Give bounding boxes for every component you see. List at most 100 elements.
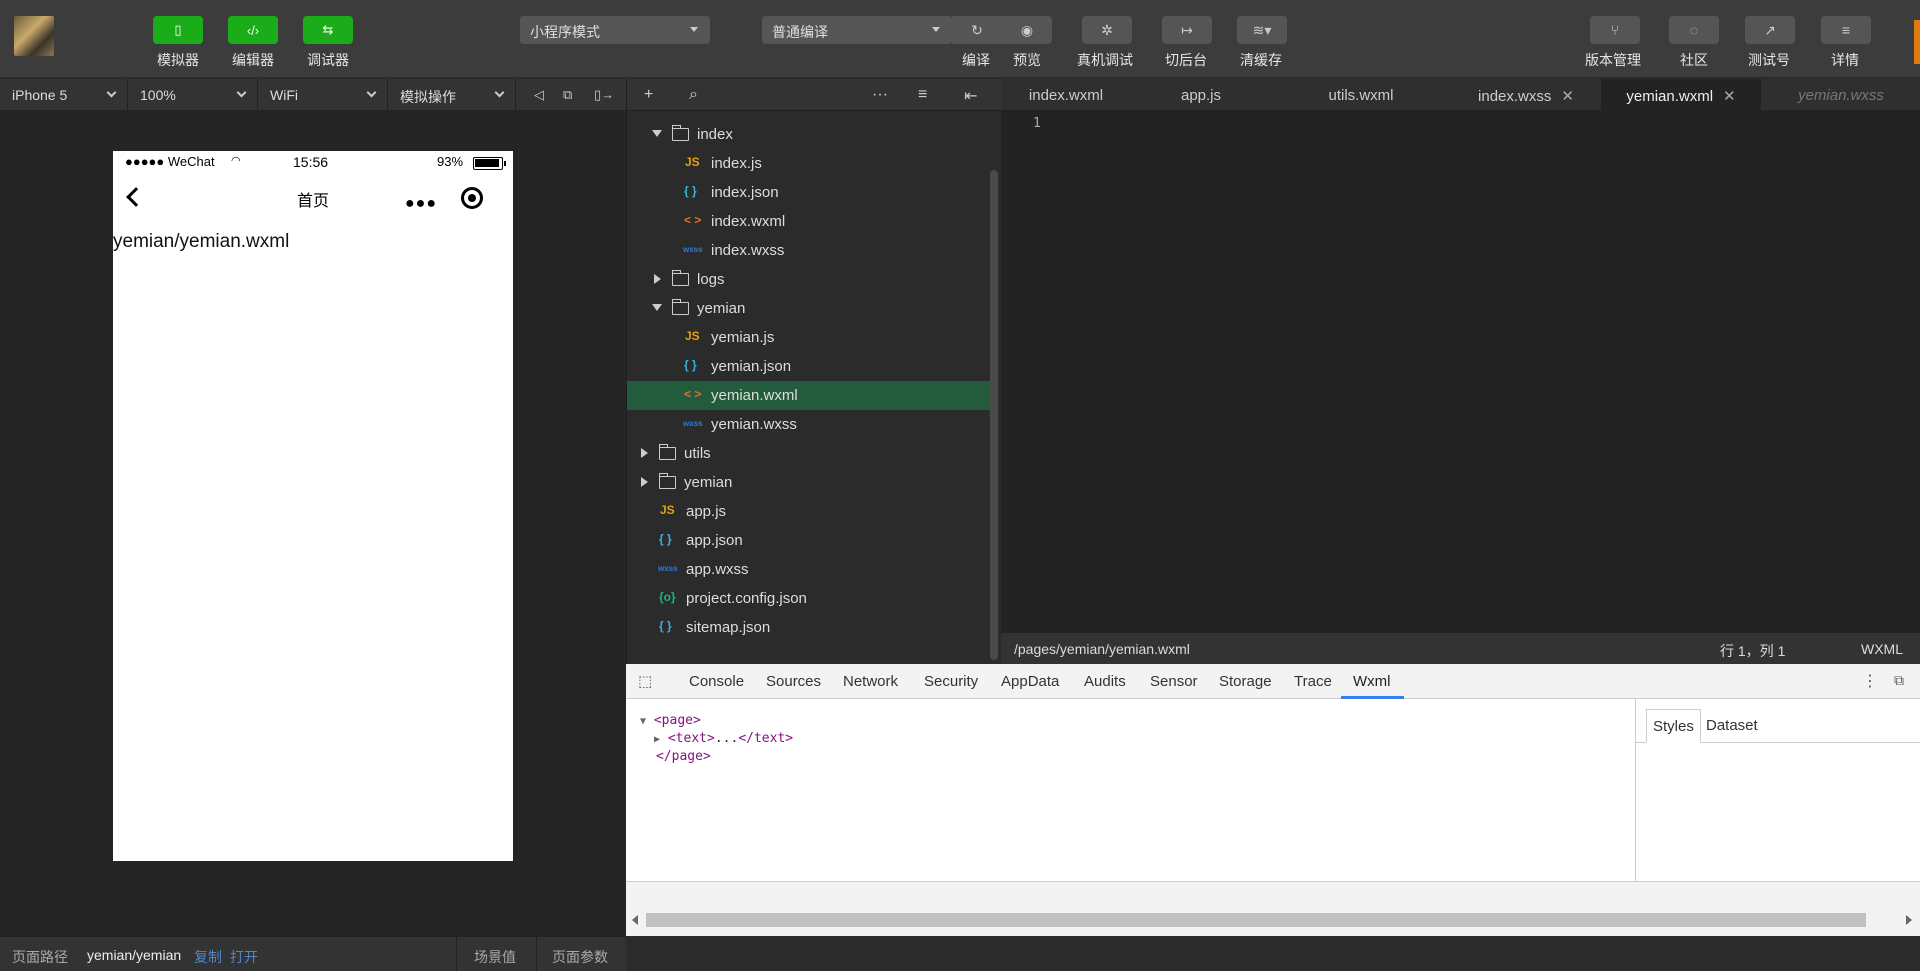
- tab-yemian-wxss[interactable]: yemian.wxss: [1761, 79, 1920, 110]
- device-value: iPhone 5: [12, 87, 68, 103]
- tab-appdata[interactable]: AppData: [1001, 673, 1059, 690]
- close-icon[interactable]: ✕: [1723, 88, 1736, 105]
- close-icon[interactable]: ✕: [1561, 88, 1574, 105]
- file-row[interactable]: wxss app.wxss: [627, 555, 992, 584]
- tree-label: app.json: [686, 532, 743, 549]
- file-row[interactable]: JS index.js: [627, 149, 992, 178]
- battery-percent: 93%: [437, 154, 464, 169]
- phone-screen[interactable]: ●●●●● WeChat ◠ 15:56 93% 首页 ●●● yemian/y…: [113, 151, 513, 861]
- scroll-left-icon[interactable]: [632, 915, 638, 925]
- device-select[interactable]: iPhone 5: [0, 79, 128, 111]
- community-button[interactable]: ◌: [1669, 16, 1719, 44]
- user-avatar[interactable]: [14, 16, 54, 56]
- file-row[interactable]: JS yemian.js: [627, 323, 992, 352]
- file-row[interactable]: { } sitemap.json: [627, 613, 992, 642]
- compile-button[interactable]: ↻: [952, 16, 1002, 44]
- folder-index[interactable]: index: [627, 120, 992, 149]
- file-row[interactable]: JS app.js: [627, 497, 992, 526]
- folder-open-icon: [672, 299, 689, 315]
- file-row[interactable]: { } app.json: [627, 526, 992, 555]
- background-button[interactable]: ↦: [1162, 16, 1212, 44]
- file-row[interactable]: { } index.json: [627, 178, 992, 207]
- test-account-button[interactable]: ↗: [1745, 16, 1795, 44]
- rotate-icon[interactable]: ⧉: [563, 87, 572, 103]
- language-mode[interactable]: WXML: [1861, 641, 1903, 657]
- divider: [456, 937, 457, 971]
- tree-label: yemian: [684, 474, 733, 491]
- file-row[interactable]: { } yemian.json: [627, 352, 992, 381]
- clear-cache-button[interactable]: ≋▾: [1237, 16, 1287, 44]
- mode-select[interactable]: 小程序模式: [520, 16, 710, 44]
- details-button[interactable]: ≡: [1821, 16, 1871, 44]
- tab-sensor[interactable]: Sensor: [1150, 673, 1198, 690]
- js-file-icon: JS: [685, 155, 700, 169]
- remote-debug-button[interactable]: ✲: [1082, 16, 1132, 44]
- tab-storage[interactable]: Storage: [1219, 673, 1272, 690]
- devtools-bottom: [626, 881, 1920, 936]
- version-button[interactable]: ⑂: [1590, 16, 1640, 44]
- tab-wxml[interactable]: Wxml: [1353, 673, 1391, 690]
- volume-icon[interactable]: ◁: [534, 87, 544, 103]
- file-row[interactable]: < > index.wxml: [627, 207, 992, 236]
- copy-link[interactable]: 复制: [194, 947, 222, 967]
- horizontal-scrollbar[interactable]: [646, 913, 1866, 927]
- signal-carrier: ●●●●● WeChat: [125, 154, 215, 169]
- scroll-right-icon[interactable]: [1906, 915, 1912, 925]
- file-row[interactable]: wxss yemian.wxss: [627, 410, 992, 439]
- scene-button[interactable]: 场景值: [474, 947, 516, 967]
- page-params-button[interactable]: 页面参数: [552, 947, 608, 967]
- search-icon[interactable]: ⌕: [689, 86, 698, 104]
- tab-utils-wxml[interactable]: utils.wxml: [1271, 79, 1451, 110]
- undock-icon[interactable]: ⧉: [1894, 672, 1904, 689]
- tab-dataset[interactable]: Dataset: [1706, 717, 1758, 734]
- debugger-button[interactable]: ⇆ 调试器: [293, 16, 363, 70]
- inspect-icon[interactable]: ⬚: [638, 672, 652, 690]
- folder-yemian[interactable]: yemian: [627, 294, 992, 323]
- network-value: WiFi: [270, 87, 298, 103]
- more-icon[interactable]: ●●●: [405, 195, 437, 213]
- open-link[interactable]: 打开: [230, 947, 258, 967]
- tab-audits[interactable]: Audits: [1084, 673, 1126, 690]
- status-time: 15:56: [293, 154, 329, 170]
- add-icon[interactable]: +: [644, 86, 653, 104]
- tab-app-js[interactable]: app.js: [1131, 79, 1271, 110]
- wxss-file-icon: wxss: [683, 245, 703, 254]
- tree-label: index.js: [711, 155, 762, 172]
- layers-icon: ≋▾: [1252, 21, 1272, 38]
- collapse-icon[interactable]: ≡: [918, 86, 927, 104]
- more-vertical-icon[interactable]: ⋮: [1862, 671, 1878, 691]
- editor-button[interactable]: ‹/› 编辑器: [218, 16, 288, 70]
- detach-icon[interactable]: ▯→: [594, 87, 614, 103]
- tab-styles[interactable]: Styles: [1646, 709, 1701, 743]
- network-select[interactable]: WiFi: [258, 79, 388, 111]
- tab-trace[interactable]: Trace: [1294, 673, 1332, 690]
- preview-button[interactable]: ◉: [1002, 16, 1052, 44]
- chevron-down-icon: [690, 27, 698, 32]
- operation-select[interactable]: 模拟操作: [388, 79, 516, 111]
- zoom-select[interactable]: 100%: [128, 79, 258, 111]
- chevron-down-icon: [494, 87, 505, 98]
- folder-yemian-root[interactable]: yemian: [627, 468, 992, 497]
- file-row[interactable]: wxss index.wxss: [627, 236, 992, 265]
- compile-mode-select[interactable]: 普通编译: [762, 16, 952, 44]
- hide-panel-icon[interactable]: ⇤: [964, 86, 977, 106]
- explorer-scrollbar[interactable]: [990, 170, 998, 660]
- file-row-selected[interactable]: < > yemian.wxml: [627, 381, 992, 410]
- tab-network[interactable]: Network: [843, 673, 898, 690]
- tab-sources[interactable]: Sources: [766, 673, 821, 690]
- tab-index-wxml[interactable]: index.wxml: [1001, 79, 1131, 110]
- simulator-button[interactable]: ▯ 模拟器: [143, 16, 213, 70]
- xml-node-text[interactable]: ▶ <text>...</text>: [654, 731, 793, 746]
- file-row[interactable]: {o} project.config.json: [627, 584, 992, 613]
- tab-yemian-wxml[interactable]: yemian.wxml ✕: [1601, 79, 1761, 110]
- folder-utils[interactable]: utils: [627, 439, 992, 468]
- folder-logs[interactable]: logs: [627, 265, 992, 294]
- tab-index-wxss[interactable]: index.wxss ✕: [1451, 79, 1601, 110]
- tab-security[interactable]: Security: [924, 673, 978, 690]
- more-icon[interactable]: ···: [872, 86, 888, 104]
- xml-node-page[interactable]: ▼ <page>: [640, 713, 701, 728]
- close-circle-icon[interactable]: [461, 187, 483, 209]
- tab-console[interactable]: Console: [689, 673, 744, 690]
- code-editor[interactable]: 1: [1001, 111, 1920, 633]
- folder-open-icon: [672, 125, 689, 141]
